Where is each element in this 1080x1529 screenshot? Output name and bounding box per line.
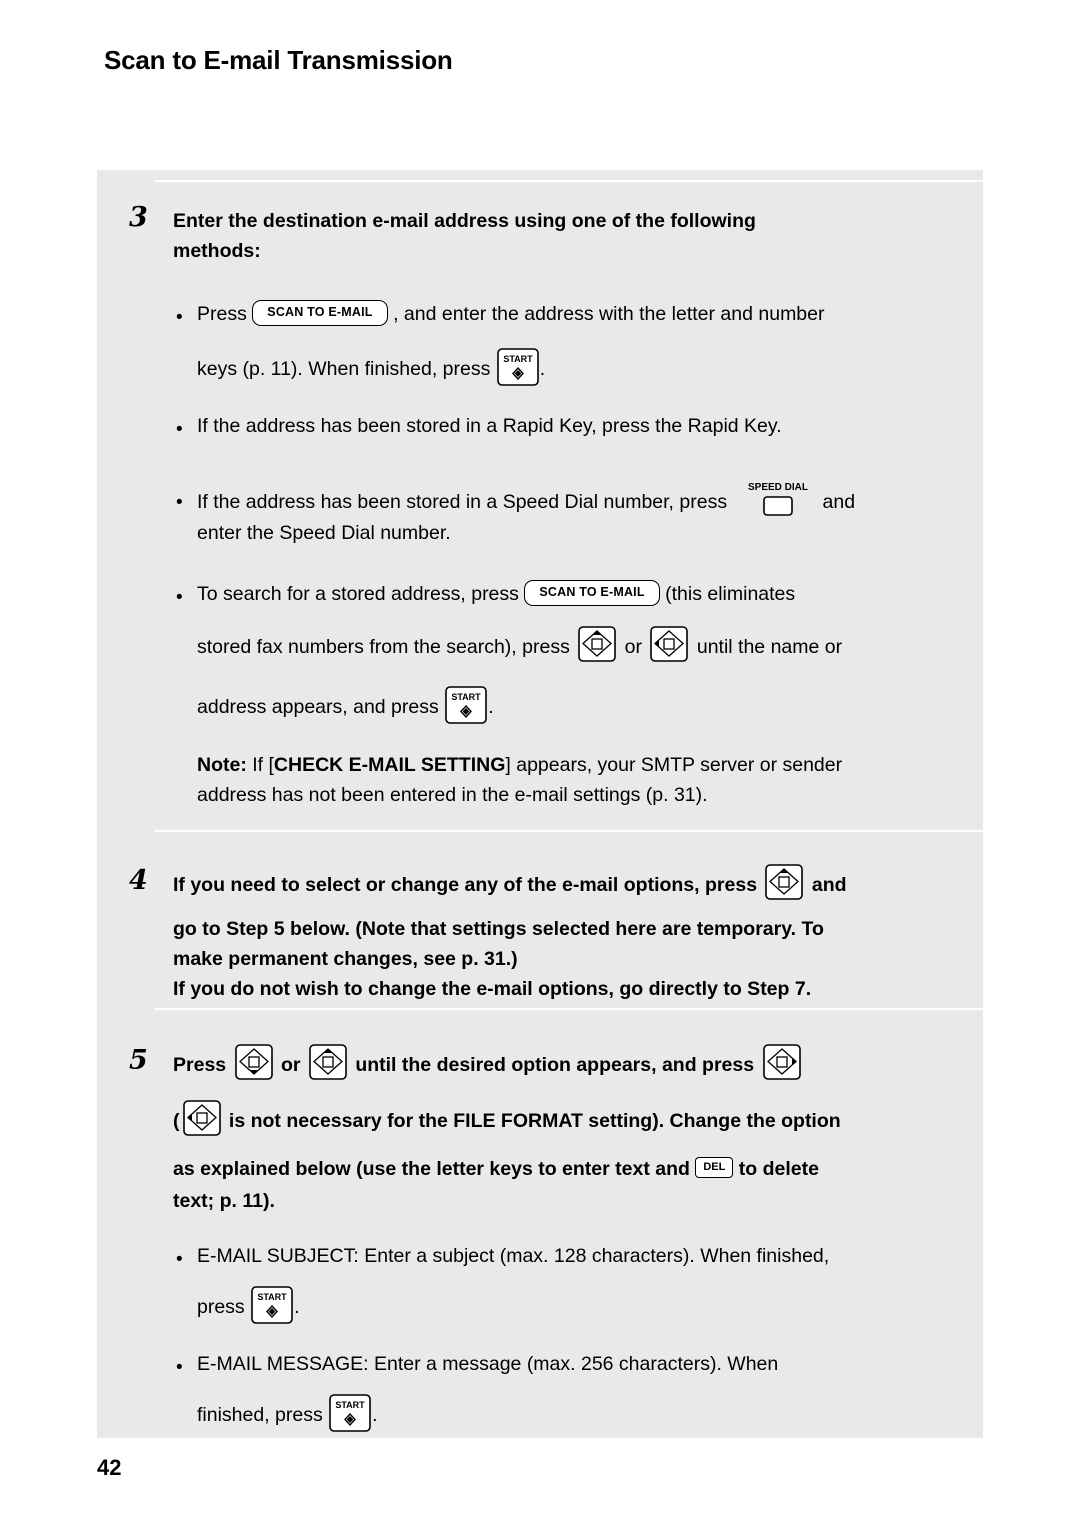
step-5-bullet-1-text-3: .	[294, 1296, 300, 1319]
step-5-bullet-2-line2: finished, press START .	[197, 1393, 1007, 1436]
step-5-bullet-2-text-3: .	[372, 1404, 378, 1427]
manual-page: Scan to E-mail Transmission 3 Enter the …	[0, 0, 1080, 1529]
step-4-line2: go to Step 5 below. (Note that settings …	[173, 918, 824, 940]
bullet-4-text-5: until the name or	[696, 636, 843, 659]
step-5-bullet-2-text-2: finished, press	[197, 1404, 323, 1427]
start-key-icon[interactable]: START	[328, 1393, 372, 1433]
step-5-bullet-1-text-2: press	[197, 1296, 245, 1319]
divider-step4	[155, 830, 983, 832]
svg-text:START: START	[257, 1292, 287, 1302]
step-5-text-3: until the desired option appears, and pr…	[355, 1054, 755, 1077]
up-arrow-key-icon[interactable]	[306, 1042, 350, 1082]
svg-text:START: START	[503, 354, 533, 364]
step-5-text-7: to delete	[738, 1158, 819, 1180]
bullet-4-text-3: stored fax numbers from the search), pre…	[197, 636, 570, 659]
step-number-4: 4	[129, 865, 148, 896]
step-3-bullet-2: If the address has been stored in a Rapi…	[197, 415, 782, 437]
speed-dial-key-icon[interactable]: SPEED DIAL	[733, 479, 823, 521]
step-3-bullet-1-line1: Press SCAN TO E-MAIL , and enter the add…	[197, 297, 977, 331]
svg-text:START: START	[335, 1400, 365, 1410]
content-panel: 3 Enter the destination e-mail address u…	[97, 170, 983, 1438]
bullet-4-text-4: or	[624, 636, 643, 659]
step-5-bullet-1-line1: E-MAIL SUBJECT: Enter a subject (max. 12…	[197, 1245, 830, 1267]
left-arrow-key-icon[interactable]	[647, 624, 691, 664]
note-text-1: If [	[252, 754, 274, 776]
up-arrow-key-icon[interactable]	[575, 624, 619, 664]
bullet-3-text-2: and	[822, 491, 856, 514]
step-3-heading-line1: Enter the destination e-mail address usi…	[173, 210, 756, 232]
bullet-glyph: •	[176, 587, 183, 608]
step-3-bullet-1-line2: keys (p. 11). When finished, press START…	[197, 347, 977, 390]
bullet-1-text-3: keys (p. 11). When finished, press	[197, 358, 491, 381]
step-4-text-1: If you need to select or change any of t…	[173, 874, 758, 897]
scan-to-email-key[interactable]: SCAN TO E-MAIL	[524, 580, 660, 606]
step-3-bullet-4-line3: address appears, and press START .	[197, 685, 1007, 728]
step-5-line2: ( is not necessary for the FILE FORMAT s…	[173, 1100, 1033, 1142]
step-5-line3: as explained below (use the letter keys …	[173, 1152, 1033, 1186]
step-4-text-2: and	[811, 874, 847, 897]
step-3-note-line2: address has not been entered in the e-ma…	[197, 784, 708, 806]
step-4-line1: If you need to select or change any of t…	[173, 864, 993, 906]
step-5-text-1: Press	[173, 1054, 227, 1077]
step-3-note-line1: Note: If [CHECK E-MAIL SETTING] appears,…	[197, 748, 1007, 782]
bullet-1-text-2: , and enter the address with the letter …	[393, 303, 825, 325]
step-3-bullet-4-line1: To search for a stored address, press SC…	[197, 577, 1007, 611]
bullet-glyph: •	[176, 1249, 183, 1270]
start-key-icon[interactable]: START	[250, 1285, 294, 1325]
step-number-3: 3	[129, 202, 148, 233]
step-5-text-2: or	[280, 1054, 301, 1077]
note-emphasis: CHECK E-MAIL SETTING	[273, 754, 506, 776]
bullet-4-text-7: .	[488, 696, 494, 719]
bullet-1-text-4: .	[539, 358, 546, 381]
divider-top	[155, 180, 983, 182]
bullet-4-text-1: To search for a stored address, press	[197, 583, 519, 605]
step-5-text-6: as explained below (use the letter keys …	[173, 1158, 690, 1180]
del-key[interactable]: DEL	[695, 1157, 734, 1179]
left-arrow-key-icon[interactable]	[180, 1098, 224, 1138]
right-arrow-key-icon[interactable]	[760, 1042, 804, 1082]
bullet-1-text-1: Press	[197, 303, 247, 325]
bullet-4-text-6: address appears, and press	[197, 696, 439, 719]
svg-text:START: START	[451, 692, 481, 702]
step-3-bullet-4-line2: stored fax numbers from the search), pre…	[197, 626, 1007, 668]
page-title: Scan to E-mail Transmission	[104, 45, 453, 75]
step-5-bullet-2-line1: E-MAIL MESSAGE: Enter a message (max. 25…	[197, 1353, 779, 1375]
note-text-2: ] appears, your SMTP server or sender	[505, 754, 843, 776]
scan-to-email-key[interactable]: SCAN TO E-MAIL	[252, 300, 388, 326]
down-arrow-key-icon[interactable]	[232, 1042, 276, 1082]
step-3-bullet-3-line2: enter the Speed Dial number.	[197, 522, 451, 544]
divider-step5	[155, 1008, 983, 1010]
bullet-glyph: •	[176, 419, 183, 440]
page-number: 42	[97, 1455, 122, 1480]
step-5-bullet-1-line2: press START .	[197, 1285, 1007, 1328]
start-key-icon[interactable]: START	[444, 685, 488, 725]
svg-text:SPEED DIAL: SPEED DIAL	[747, 482, 807, 493]
step-5-text-5: is not necessary for the FILE FORMAT set…	[228, 1110, 841, 1133]
bullet-4-text-2: (this eliminates	[665, 583, 796, 605]
step-5-line1: Press or until the desired option appear…	[173, 1044, 1023, 1086]
step-3-heading-line2: methods:	[173, 240, 261, 262]
bullet-3-text-1: If the address has been stored in a Spee…	[197, 491, 728, 514]
note-label: Note:	[197, 754, 247, 776]
bullet-glyph: •	[176, 492, 183, 513]
step-4-line4: If you do not wish to change the e-mail …	[173, 978, 812, 1000]
up-arrow-key-icon[interactable]	[762, 862, 806, 902]
step-5-line4: text; p. 11).	[173, 1190, 275, 1212]
step-4-line3: make permanent changes, see p. 31.)	[173, 948, 518, 970]
bullet-glyph: •	[176, 1357, 183, 1378]
step-number-5: 5	[129, 1045, 148, 1076]
bullet-glyph: •	[176, 307, 183, 328]
start-key-icon[interactable]: START	[496, 347, 540, 387]
